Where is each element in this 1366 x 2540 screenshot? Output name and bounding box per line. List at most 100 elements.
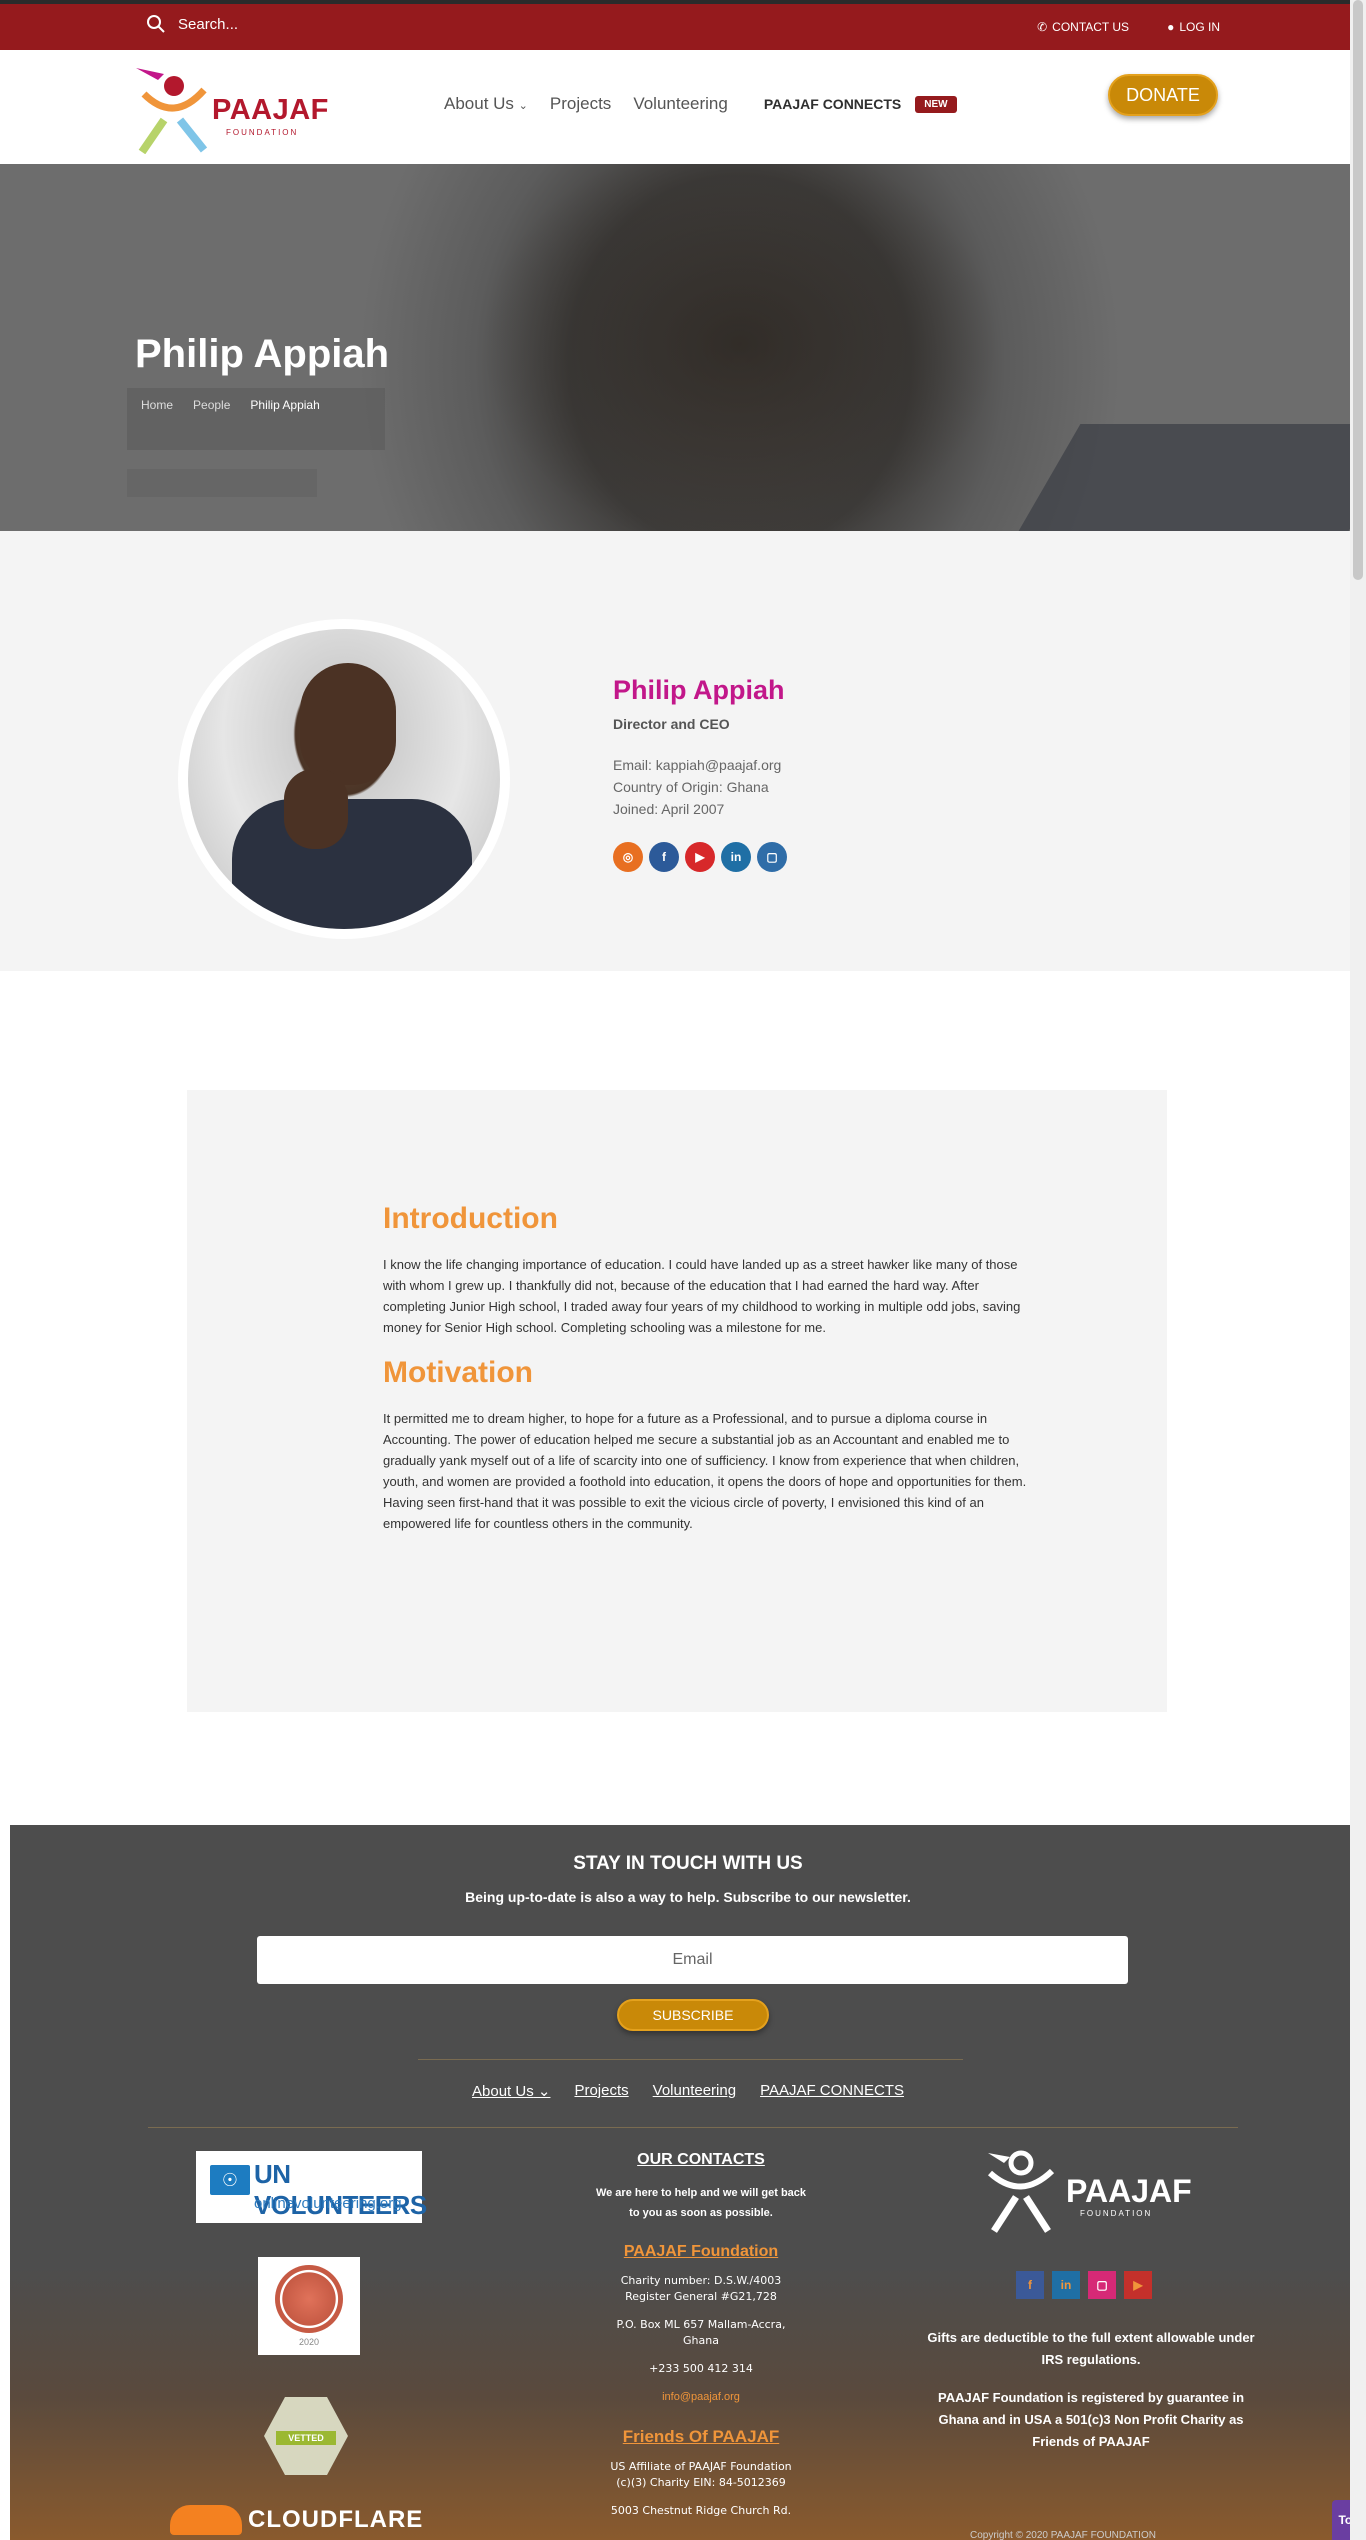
contact-us-label: CONTACT US xyxy=(1052,20,1130,34)
hero-photo xyxy=(480,164,1000,531)
scrollbar-thumb[interactable] xyxy=(1353,0,1363,580)
portrait-photo xyxy=(188,629,500,929)
portrait-suit xyxy=(232,799,472,929)
facebook-icon[interactable]: f xyxy=(649,842,679,872)
top-bar: Search... ✆ CONTACT US ● LOG IN xyxy=(0,0,1350,50)
copyright: Copyright © 2020 PAAJAF FOUNDATION xyxy=(970,2530,1156,2540)
footer-paajaf-logo[interactable]: PAAJAF FOUNDATION xyxy=(982,2143,1202,2239)
guidestar-seal[interactable]: 2020 xyxy=(258,2257,360,2355)
footer-divider xyxy=(418,2059,963,2060)
linkedin-icon[interactable]: in xyxy=(721,842,751,872)
paajaf-logo[interactable]: PAAJAF FOUNDATION xyxy=(134,64,334,155)
portrait-head xyxy=(300,663,396,785)
contacts-heading: OUR CONTACTS xyxy=(637,2151,765,2168)
footer-divider xyxy=(148,2127,1238,2128)
bio-content: Introduction I know the life changing im… xyxy=(383,1202,1033,1552)
profile-country: Country of Origin: Ghana xyxy=(613,779,769,795)
us-affiliate-info: US Affiliate of PAAJAF Foundation (c)(3)… xyxy=(548,2459,854,2491)
user-icon: ● xyxy=(1167,20,1175,34)
cloud-icon xyxy=(170,2505,242,2535)
footer-social-links: f in ▢ ▶ xyxy=(1016,2271,1152,2299)
us-address: 5003 Chestnut Ridge Church Rd. xyxy=(610,2504,792,2517)
breadcrumb-home[interactable]: Home xyxy=(141,398,173,440)
seal-icon xyxy=(275,2265,343,2333)
nav-volunteering[interactable]: Volunteering xyxy=(633,94,728,114)
friends-link[interactable]: Friends Of PAAJAF xyxy=(548,2427,854,2447)
motivation-heading: Motivation xyxy=(383,1356,533,1389)
address-line: P.O. Box ML 657 Mallam-Accra, xyxy=(616,2318,786,2331)
cloudflare-logo[interactable]: CLOUDFLARE xyxy=(170,2505,423,2535)
search-input[interactable]: Search... xyxy=(178,16,238,33)
logo-subtitle: FOUNDATION xyxy=(226,128,299,137)
paajaf-logo-figure-icon xyxy=(136,68,208,155)
gifts-note: Gifts are deductible to the full extent … xyxy=(927,2330,1255,2367)
instagram-icon[interactable]: ▢ xyxy=(757,842,787,872)
contacts-help-line: to you as soon as possible. xyxy=(629,2207,773,2219)
main-nav: About Us ⌄ Projects Volunteering PAAJAF … xyxy=(444,94,957,114)
youtube-icon[interactable]: ▶ xyxy=(685,842,715,872)
intro-heading: Introduction xyxy=(383,1202,558,1235)
phone-number: +233 500 412 314 xyxy=(649,2362,753,2375)
globalgiving-vetted-badge[interactable]: VETTED xyxy=(264,2397,348,2475)
profile-info: Philip Appiah Director and CEO Email: ka… xyxy=(613,675,787,872)
nav-about-us-label: About Us xyxy=(444,94,514,113)
profile-portrait xyxy=(178,619,510,939)
login-link[interactable]: ● LOG IN xyxy=(1167,20,1220,34)
footer-nav-volunteering[interactable]: Volunteering xyxy=(653,2082,736,2100)
footer-nav-projects[interactable]: Projects xyxy=(574,2082,628,2100)
un-volunteers-badge[interactable]: ☉ UN VOLUNTEERS onlinevolunteering.org xyxy=(196,2151,427,2223)
subscribe-button[interactable]: SUBSCRIBE xyxy=(617,1999,769,2031)
footer-nav-about-us[interactable]: About Us ⌄ xyxy=(472,2082,550,2100)
search-icon[interactable] xyxy=(144,12,168,36)
profile-joined: Joined: April 2007 xyxy=(613,801,725,817)
contacts-column: OUR CONTACTS We are here to help and we … xyxy=(548,2151,854,2519)
breadcrumb-people[interactable]: People xyxy=(193,398,230,440)
logo-wordmark: PAAJAF xyxy=(212,94,329,126)
footer-nav-about-us-label: About Us xyxy=(472,2083,534,2100)
donate-button[interactable]: DONATE xyxy=(1108,74,1218,116)
newsletter-email-input[interactable]: Email xyxy=(257,1936,1128,1984)
login-label: LOG IN xyxy=(1179,20,1220,34)
site-header: PAAJAF FOUNDATION About Us ⌄ Projects Vo… xyxy=(0,50,1350,164)
profile-section: Philip Appiah Director and CEO Email: ka… xyxy=(0,531,1366,971)
org-link[interactable]: PAAJAF Foundation xyxy=(548,2243,854,2261)
linkedin-icon[interactable]: in xyxy=(1052,2271,1080,2299)
footer-nav: About Us ⌄ Projects Volunteering PAAJAF … xyxy=(10,2082,1366,2100)
nav-about-us[interactable]: About Us ⌄ xyxy=(444,94,528,114)
portrait-hand xyxy=(284,769,348,849)
page-title: Philip Appiah xyxy=(135,332,390,376)
profile-meta: Email: kappiah@paajaf.org Country of Ori… xyxy=(613,754,787,820)
profile-social-links: ◎ f ▶ in ▢ xyxy=(613,842,787,872)
nav-paajaf-connects[interactable]: PAAJAF CONNECTS xyxy=(764,96,901,112)
facebook-icon[interactable]: f xyxy=(1016,2271,1044,2299)
footer-logo-subtitle: FOUNDATION xyxy=(1080,2209,1153,2218)
newsletter-subtitle: Being up-to-date is also a way to help. … xyxy=(465,1889,911,1905)
address-line: Ghana xyxy=(683,2334,719,2347)
register-number: Register General #G21,728 xyxy=(625,2290,777,2303)
rss-icon[interactable]: ◎ xyxy=(613,842,643,872)
site-footer: STAY IN TOUCH WITH US Being up-to-date i… xyxy=(10,1825,1366,2540)
contact-us-link[interactable]: ✆ CONTACT US xyxy=(1037,20,1129,34)
search-box[interactable]: Search... xyxy=(144,12,238,36)
scrollbar[interactable] xyxy=(1350,0,1366,2540)
seal-year: 2020 xyxy=(298,2337,320,2347)
charity-info: Charity number: D.S.W./4003 Register Gen… xyxy=(548,2273,854,2305)
us-affiliate-line: US Affiliate of PAAJAF Foundation xyxy=(610,2460,792,2473)
un-emblem-icon: ☉ xyxy=(210,2165,250,2195)
profile-email[interactable]: Email: kappiah@paajaf.org xyxy=(613,754,787,776)
instagram-icon[interactable]: ▢ xyxy=(1088,2271,1116,2299)
youtube-icon[interactable]: ▶ xyxy=(1124,2271,1152,2299)
phone-icon: ✆ xyxy=(1037,20,1048,34)
contact-email-link[interactable]: info@paajaf.org xyxy=(548,2391,854,2403)
address: P.O. Box ML 657 Mallam-Accra, Ghana xyxy=(548,2317,854,2349)
registration-note: PAAJAF Foundation is registered by guara… xyxy=(937,2390,1245,2449)
paajaf-figure-icon xyxy=(987,2150,1055,2233)
vetted-label: VETTED xyxy=(276,2431,336,2445)
charity-number: Charity number: D.S.W./4003 xyxy=(620,2274,782,2287)
hero-banner: Philip Appiah Home People Philip Appiah xyxy=(0,164,1350,531)
contacts-help-line: We are here to help and we will get back xyxy=(595,2187,807,2199)
contacts-help: We are here to help and we will get back… xyxy=(548,2183,854,2223)
us-affiliate-line: (c)(3) Charity EIN: 84-5012369 xyxy=(616,2476,786,2489)
nav-projects[interactable]: Projects xyxy=(550,94,611,114)
footer-nav-paajaf-connects[interactable]: PAAJAF CONNECTS xyxy=(760,2082,904,2100)
